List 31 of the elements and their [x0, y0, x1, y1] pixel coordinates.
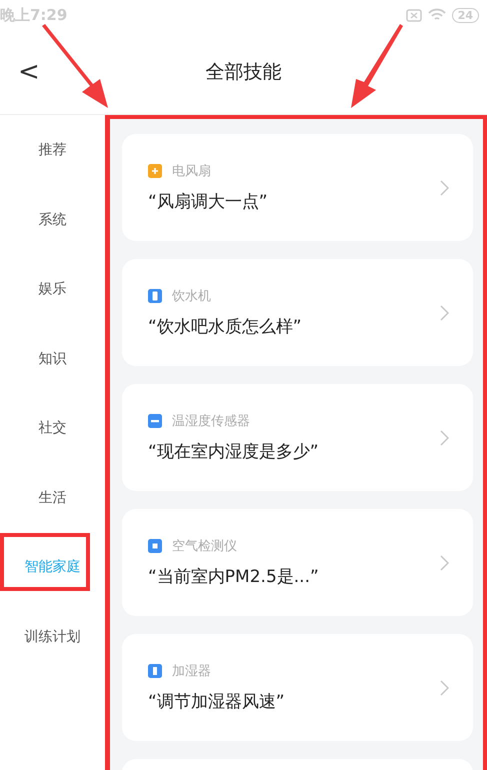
skill-card[interactable]: 加湿器 “调节加湿器风速” [122, 634, 473, 741]
page-title: 全部技能 [206, 60, 282, 85]
device-name: 加湿器 [172, 663, 211, 680]
device-name: 空气检测仪 [172, 538, 237, 555]
category-tab[interactable]: 推荐 [32, 135, 72, 204]
skill-phrase: “当前室内PM2.5是...” [148, 566, 319, 588]
chevron-icon [440, 180, 449, 196]
skill-card[interactable]: 电风扇 “风扇调大一点” [122, 134, 473, 241]
skill-phrase: “现在室内湿度是多少” [148, 441, 319, 463]
skill-phrase: “饮水吧水质怎么样” [148, 316, 302, 338]
chevron-icon [440, 680, 449, 696]
chevron-icon [440, 430, 449, 446]
skill-card[interactable]: 空气检测仪 “当前室内PM2.5是...” [122, 509, 473, 616]
device-name: 温湿度传感器 [172, 413, 250, 430]
category-tab[interactable]: 娱乐 [32, 274, 72, 344]
skill-card[interactable]: 饮水机 “饮水吧水质怎么样” [122, 259, 473, 366]
chevron-icon [440, 554, 449, 570]
device-name: 电风扇 [172, 163, 211, 180]
skill-card[interactable]: 温湿度传感器 “现在室内湿度是多少” [122, 384, 473, 491]
notification-icon [406, 8, 422, 22]
device-name: 饮水机 [172, 288, 211, 305]
back-button[interactable]: < [14, 57, 44, 87]
wifi-icon [428, 8, 446, 22]
category-tab[interactable]: 社交 [32, 413, 72, 482]
category-tab[interactable]: 知识 [32, 344, 72, 413]
category-tab[interactable]: 系统 [32, 204, 72, 274]
category-tab[interactable]: 生活 [32, 482, 72, 552]
category-tab[interactable]: 训练计划 [18, 622, 86, 691]
chevron-icon [440, 304, 449, 320]
skill-phrase: “调节加湿器风速” [148, 691, 285, 713]
skill-phrase: “风扇调大一点” [148, 191, 268, 213]
